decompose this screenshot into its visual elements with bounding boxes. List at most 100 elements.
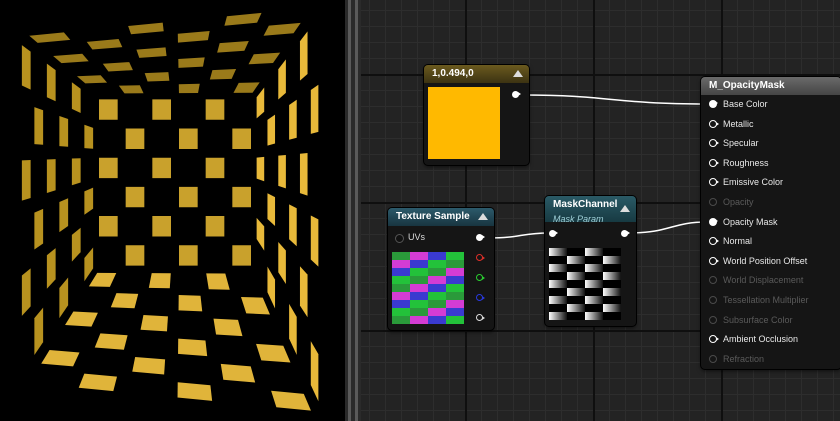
preview-tile [310, 341, 319, 402]
mask-channel-node-header[interactable]: MaskChannel Mask Param [545, 196, 636, 224]
input-pin[interactable] [709, 217, 718, 226]
preview-tile [86, 39, 123, 50]
mask-channel-node[interactable]: MaskChannel Mask Param [545, 196, 636, 326]
input-pin[interactable] [709, 335, 719, 344]
preview-tile [46, 63, 56, 102]
material-result-node[interactable]: M_OpacityMask Base Color Metallic Specular… [701, 77, 840, 369]
preview-tile [102, 62, 133, 72]
preview-tile [125, 186, 145, 208]
mask-tile [603, 256, 621, 264]
texture-tile [428, 316, 446, 324]
preview-tile [178, 338, 208, 357]
input-pin[interactable] [709, 158, 719, 167]
input-pin[interactable] [709, 198, 717, 206]
preview-tile [217, 40, 249, 53]
mask-tile [567, 272, 585, 280]
texture-tile [428, 292, 446, 300]
input-pin[interactable] [709, 276, 717, 285]
preview-tile [299, 153, 308, 196]
input-pin[interactable] [709, 256, 719, 265]
input-label: Specular [723, 138, 759, 149]
preview-tile [41, 350, 80, 367]
preview-tile [232, 186, 251, 208]
texture-sample-node-header[interactable]: Texture Sample [388, 208, 494, 226]
preview-tile [233, 82, 260, 93]
preview-tile [34, 107, 44, 145]
input-pin[interactable] [709, 100, 718, 108]
input-pin[interactable] [709, 354, 717, 363]
input-pin[interactable] [709, 315, 717, 324]
preview-tile [177, 382, 213, 401]
preview-tile [248, 52, 281, 65]
mask-tile [549, 312, 567, 320]
preview-tile [84, 187, 94, 215]
texture-tile [410, 292, 428, 300]
texture-tile [446, 260, 464, 268]
preview-tile [205, 216, 225, 237]
texture-tile [410, 260, 428, 268]
texture-tile [446, 268, 464, 276]
preview-tile [240, 296, 270, 315]
green-output-pin[interactable] [476, 274, 485, 281]
texture-tile [446, 252, 464, 260]
preview-tile [178, 83, 200, 94]
blue-output-pin[interactable] [476, 294, 485, 301]
mask-tile [603, 288, 621, 296]
texture-tile [410, 252, 428, 260]
collapse-arrow-icon[interactable] [478, 213, 488, 220]
texture-tile [392, 316, 410, 324]
mask-input-pin[interactable] [549, 230, 559, 237]
preview-tile [78, 373, 118, 392]
preview-tile [71, 158, 81, 186]
constant-color-swatch [428, 87, 500, 159]
preview-tile [278, 242, 286, 284]
input-label: Opacity Mask [723, 216, 778, 227]
mask-output-pin[interactable] [621, 230, 631, 237]
input-label: Base Color [723, 99, 768, 109]
input-pin[interactable] [709, 178, 719, 187]
input-pin[interactable] [709, 119, 719, 128]
texture-tile [428, 268, 446, 276]
preview-tile [278, 59, 286, 100]
rgb-output-pin[interactable] [476, 234, 486, 241]
preview-tile [59, 277, 69, 319]
preview-tile [46, 248, 56, 289]
preview-tile [178, 295, 203, 312]
texture-thumbnail [392, 252, 464, 324]
texture-tile [428, 252, 446, 260]
constant-node[interactable]: 1,0.494,0 [424, 65, 529, 165]
preview-tile [232, 245, 251, 266]
collapse-arrow-icon[interactable] [620, 205, 630, 212]
mask-tile [585, 248, 603, 256]
preview-tile [125, 245, 145, 266]
material-graph-canvas[interactable]: 1,0.494,0 Texture Sample UVs MaskChannel… [361, 0, 840, 421]
preview-tile [267, 114, 276, 146]
preview-tile [209, 69, 237, 80]
preview-viewport[interactable] [0, 0, 345, 421]
constant-output-pin[interactable] [512, 91, 522, 98]
texture-tile [410, 268, 428, 276]
input-pin[interactable] [709, 237, 719, 246]
texture-sample-node[interactable]: Texture Sample UVs [388, 208, 494, 330]
alpha-output-pin[interactable] [476, 314, 485, 321]
texture-tile [428, 276, 446, 284]
mask-tile [603, 304, 621, 312]
preview-tile [205, 99, 225, 120]
texture-tile [410, 316, 428, 324]
preview-tile [99, 99, 118, 120]
input-pin[interactable] [709, 139, 719, 148]
panel-splitter[interactable] [345, 0, 361, 421]
mask-tile [549, 296, 567, 304]
uvs-input-pin[interactable] [395, 234, 404, 243]
mask-tile [585, 264, 603, 272]
input-label: World Displacement [723, 275, 804, 286]
mask-tile [585, 280, 603, 288]
constant-node-header[interactable]: 1,0.494,0 [424, 65, 529, 83]
collapse-arrow-icon[interactable] [513, 70, 523, 77]
material-result-node-header[interactable]: M_OpacityMask [701, 77, 840, 95]
input-pin[interactable] [709, 296, 717, 304]
preview-tile [179, 186, 198, 208]
preview-tile [21, 268, 31, 316]
preview-tile [110, 293, 139, 309]
red-output-pin[interactable] [476, 254, 485, 261]
